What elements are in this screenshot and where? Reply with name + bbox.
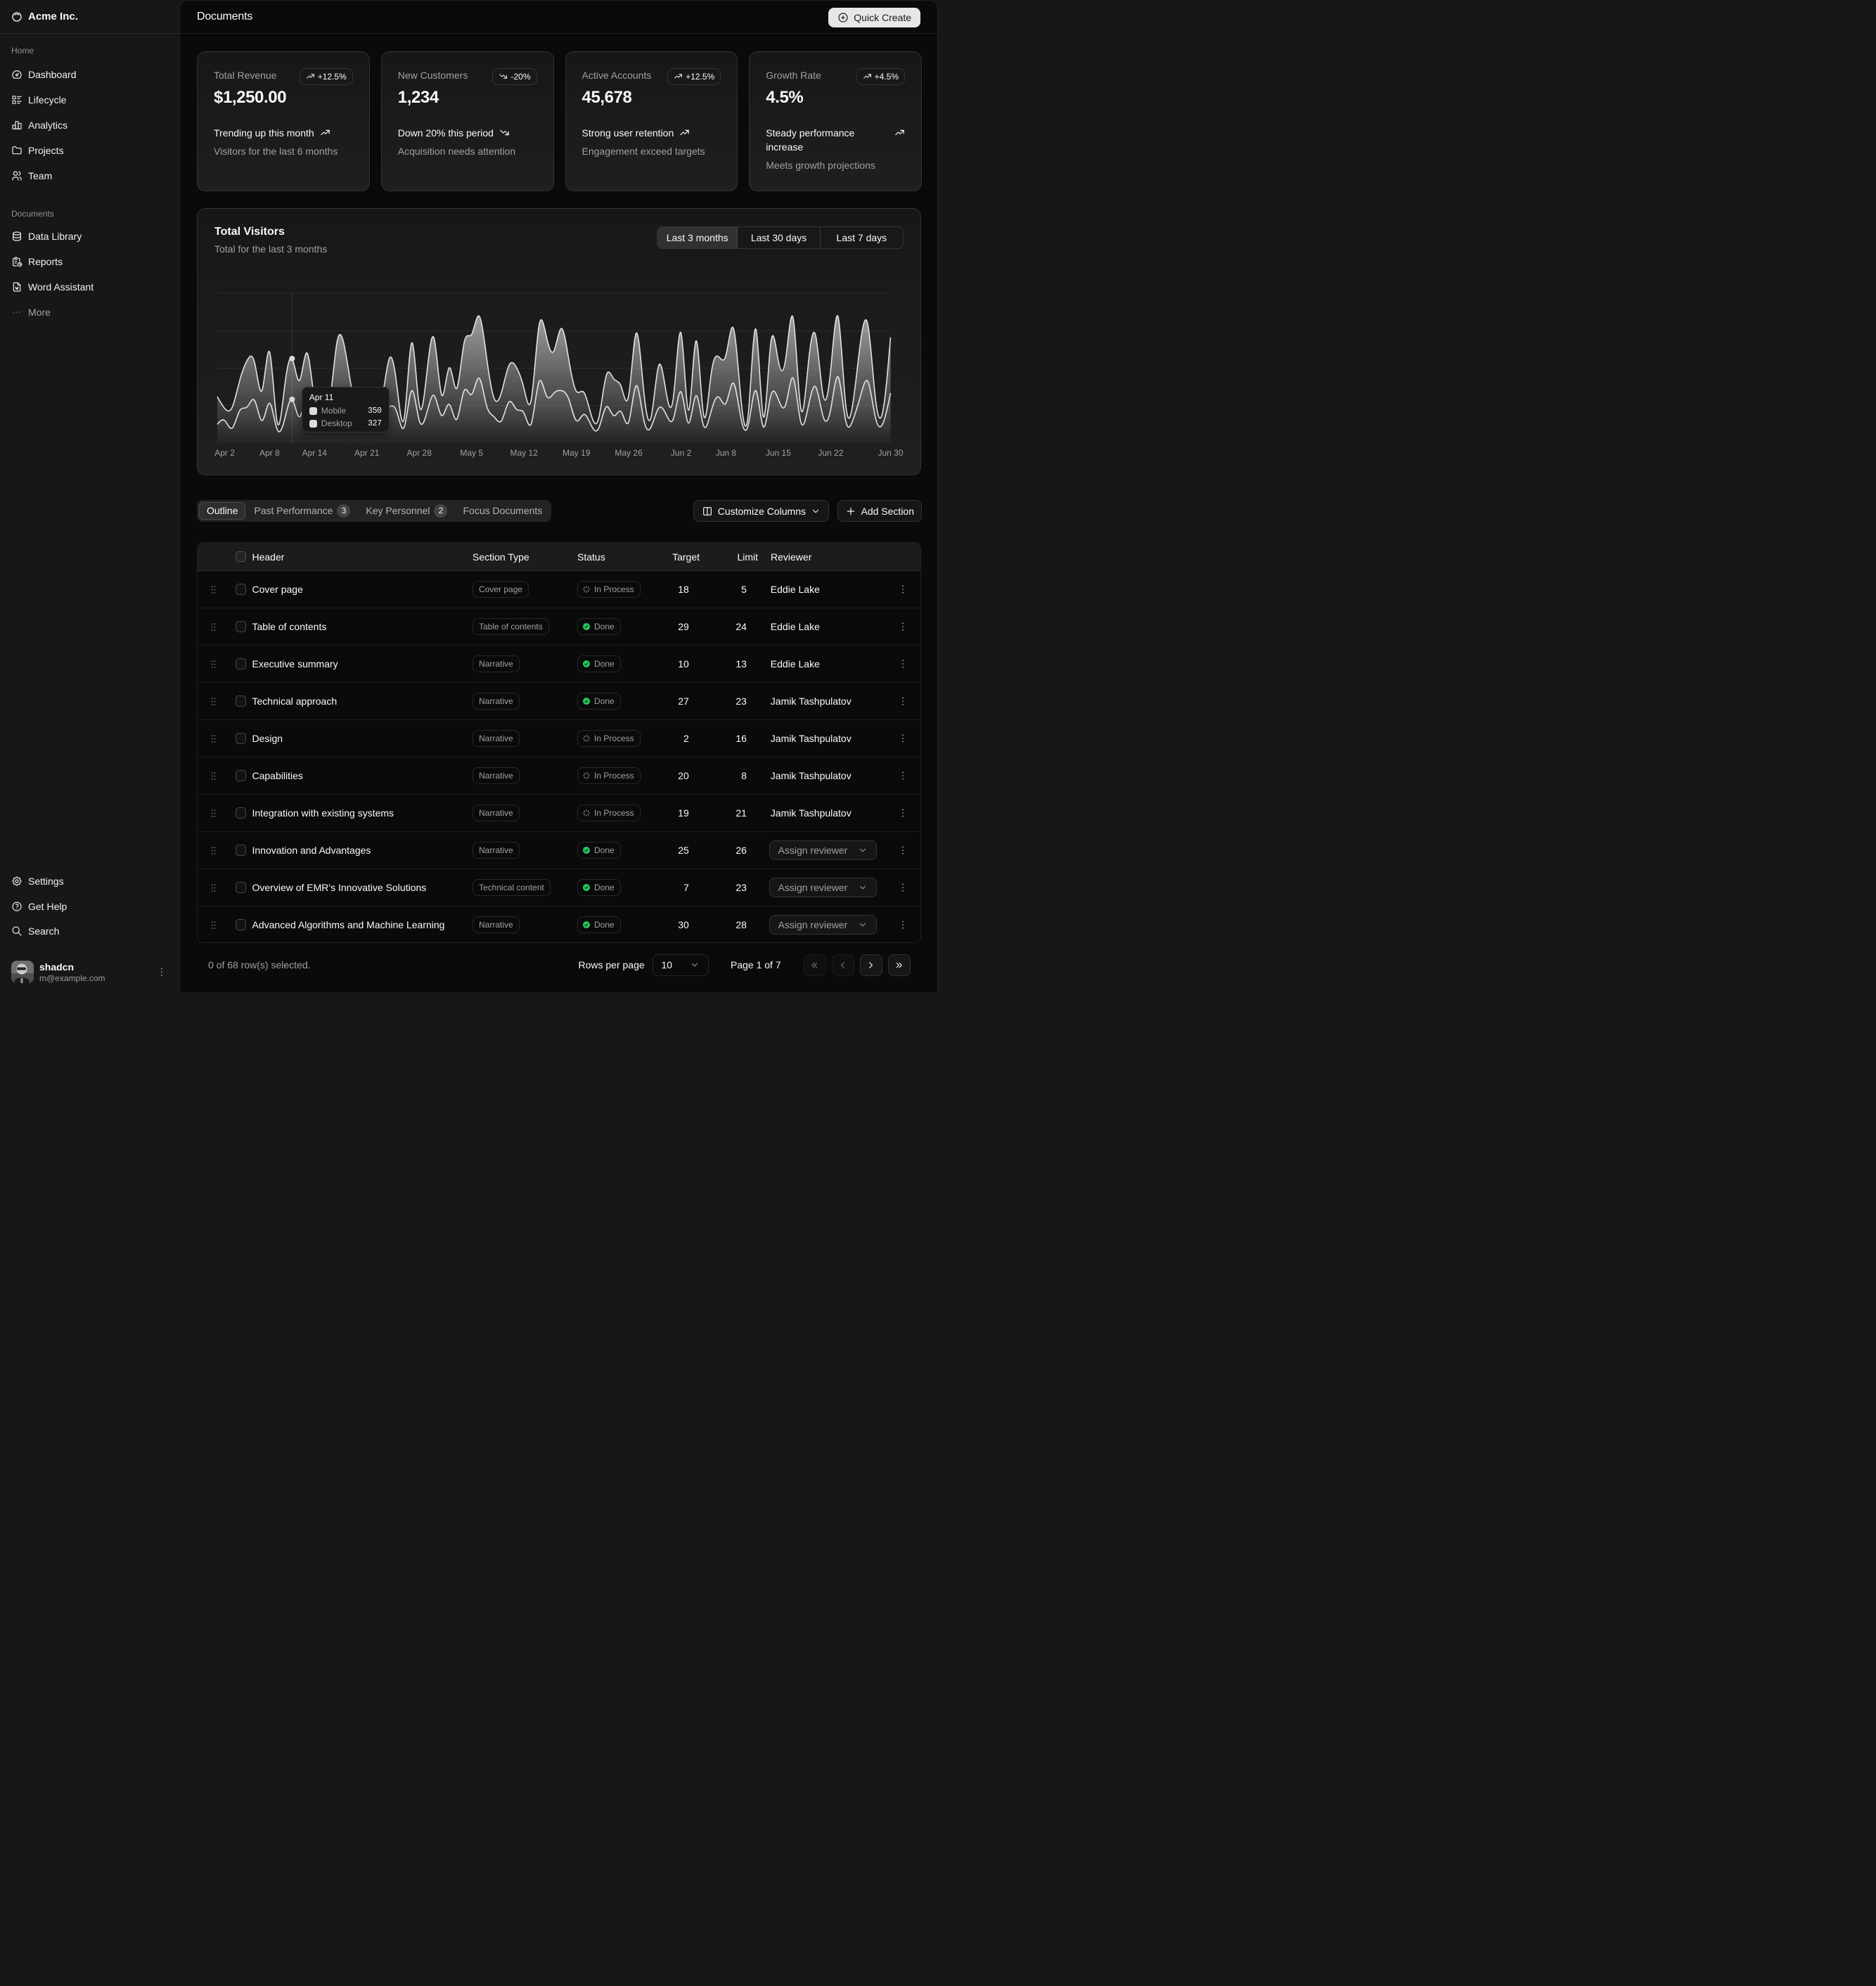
svg-text:Apr 8: Apr 8: [259, 448, 280, 458]
svg-text:Apr 21: Apr 21: [354, 448, 380, 458]
svg-text:Jun 8: Jun 8: [716, 448, 737, 458]
svg-text:Apr 28: Apr 28: [407, 448, 432, 458]
svg-text:Jun 22: Jun 22: [818, 448, 843, 458]
svg-text:May 26: May 26: [615, 448, 643, 458]
svg-text:Jun 15: Jun 15: [766, 448, 791, 458]
svg-text:Jun 30: Jun 30: [878, 448, 903, 458]
svg-text:May 12: May 12: [510, 448, 539, 458]
svg-text:Apr 2: Apr 2: [214, 448, 235, 458]
svg-text:Jun 2: Jun 2: [671, 448, 692, 458]
svg-text:May 5: May 5: [460, 448, 483, 458]
svg-text:Apr 14: Apr 14: [302, 448, 328, 458]
svg-text:May 19: May 19: [563, 448, 591, 458]
